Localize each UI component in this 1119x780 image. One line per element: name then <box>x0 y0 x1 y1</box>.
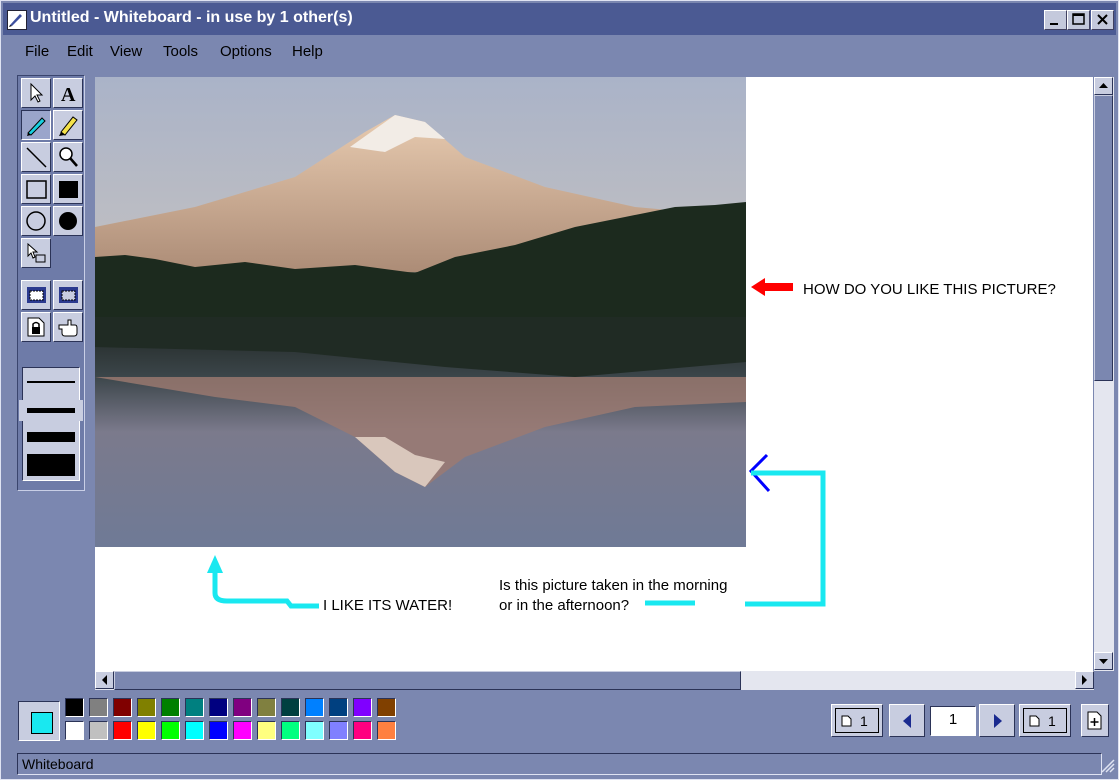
scroll-right-button[interactable] <box>1075 671 1094 689</box>
color-swatch[interactable] <box>305 698 324 717</box>
current-color-indicator <box>18 701 60 741</box>
insert-page-button[interactable] <box>1081 704 1109 737</box>
vertical-scrollbar[interactable] <box>1094 77 1114 671</box>
lock-contents-icon[interactable] <box>21 312 51 342</box>
color-swatch[interactable] <box>65 698 84 717</box>
first-page-label: 1 <box>860 713 868 729</box>
color-swatch[interactable] <box>185 721 204 740</box>
color-swatch[interactable] <box>257 698 276 717</box>
scroll-down-button[interactable] <box>1094 652 1113 670</box>
first-page-button[interactable]: 1 <box>831 704 883 737</box>
select-area-alt-icon[interactable] <box>53 280 83 310</box>
filled-ellipse-icon[interactable] <box>53 206 83 236</box>
color-swatch[interactable] <box>113 721 132 740</box>
vertical-scroll-thumb[interactable] <box>1094 95 1113 381</box>
cyan-connector-tail[interactable] <box>635 597 695 609</box>
horizontal-scroll-thumb[interactable] <box>114 671 741 690</box>
menu-tools[interactable]: Tools <box>163 43 198 60</box>
next-page-button[interactable] <box>979 704 1015 737</box>
color-swatch[interactable] <box>377 721 396 740</box>
annotation-question-2-line-1[interactable]: Is this picture taken in the morning <box>499 577 727 594</box>
color-swatch[interactable] <box>65 721 84 740</box>
color-swatch[interactable] <box>257 721 276 740</box>
color-palette <box>65 698 401 744</box>
annotation-answer-1[interactable]: I LIKE ITS WATER! <box>323 597 452 614</box>
window-title: Untitled - Whiteboard - in use by 1 othe… <box>30 9 353 26</box>
color-swatch[interactable] <box>185 698 204 717</box>
tool-palette: A <box>17 75 85 491</box>
annotation-question-1[interactable]: HOW DO YOU LIKE THIS PICTURE? <box>803 281 1056 298</box>
color-swatch[interactable] <box>161 721 180 740</box>
scroll-up-button[interactable] <box>1094 77 1113 95</box>
line-width-2[interactable] <box>27 408 75 413</box>
page-number-input[interactable]: 1 <box>930 706 976 736</box>
last-page-label: 1 <box>1048 713 1056 729</box>
remote-pointer-icon[interactable] <box>53 312 83 342</box>
menu-view[interactable]: View <box>110 43 142 60</box>
unfilled-ellipse-icon[interactable] <box>21 206 51 236</box>
color-swatch[interactable] <box>353 721 372 740</box>
color-swatch[interactable] <box>137 721 156 740</box>
menu-help[interactable]: Help <box>292 43 323 60</box>
status-bar: Whiteboard <box>3 753 1116 777</box>
zoom-icon[interactable] <box>53 142 83 172</box>
minimize-button[interactable] <box>1044 10 1067 30</box>
line-icon[interactable] <box>21 142 51 172</box>
line-width-selector <box>22 367 80 481</box>
color-swatch[interactable] <box>137 698 156 717</box>
text-tool-icon[interactable]: A <box>53 78 83 108</box>
svg-text:A: A <box>61 84 76 105</box>
scroll-left-button[interactable] <box>95 671 114 689</box>
color-swatch[interactable] <box>329 721 348 740</box>
resize-grip-icon[interactable] <box>1099 757 1115 773</box>
line-width-1[interactable] <box>27 381 75 383</box>
maximize-button[interactable] <box>1067 10 1090 30</box>
color-swatch[interactable] <box>209 721 228 740</box>
red-arrow-drawing[interactable] <box>749 275 795 299</box>
line-width-3[interactable] <box>27 432 75 442</box>
color-swatch[interactable] <box>113 698 132 717</box>
highlighter-icon[interactable] <box>53 110 83 140</box>
color-swatch[interactable] <box>233 698 252 717</box>
color-swatch[interactable] <box>329 698 348 717</box>
menu-options[interactable]: Options <box>220 43 272 60</box>
whiteboard-app-icon[interactable] <box>7 10 27 30</box>
color-swatch[interactable] <box>305 721 324 740</box>
last-page-button[interactable]: 1 <box>1019 704 1071 737</box>
color-swatch[interactable] <box>89 698 108 717</box>
menu-file[interactable]: File <box>25 43 49 60</box>
status-text: Whiteboard <box>22 756 94 772</box>
color-swatch[interactable] <box>161 698 180 717</box>
scrollbar-corner <box>1094 671 1114 690</box>
current-color-swatch <box>31 712 53 734</box>
unfilled-rectangle-icon[interactable] <box>21 174 51 204</box>
pasted-mountain-lake-photo[interactable] <box>95 77 746 547</box>
color-swatch[interactable] <box>353 698 372 717</box>
annotation-question-2-line-2[interactable]: or in the afternoon? <box>499 597 629 614</box>
cyan-up-arrow-drawing[interactable] <box>203 553 323 609</box>
color-swatch[interactable] <box>233 721 252 740</box>
horizontal-scrollbar[interactable] <box>95 671 1094 690</box>
menu-edit[interactable]: Edit <box>67 43 93 60</box>
select-arrow-icon[interactable] <box>21 78 51 108</box>
whiteboard-window: Untitled - Whiteboard - in use by 1 othe… <box>0 0 1119 780</box>
pen-icon[interactable] <box>21 110 51 140</box>
whiteboard-canvas[interactable]: HOW DO YOU LIKE THIS PICTURE? Is this pi… <box>95 77 1093 671</box>
cyan-connector-drawing[interactable] <box>745 451 835 611</box>
title-bar[interactable]: Untitled - Whiteboard - in use by 1 othe… <box>3 3 1116 35</box>
select-window-icon[interactable] <box>21 280 51 310</box>
color-swatch[interactable] <box>89 721 108 740</box>
filled-rectangle-icon[interactable] <box>53 174 83 204</box>
color-swatch[interactable] <box>209 698 228 717</box>
color-swatch[interactable] <box>281 698 300 717</box>
color-swatch[interactable] <box>377 698 396 717</box>
select-area-icon[interactable] <box>21 238 51 268</box>
previous-page-button[interactable] <box>889 704 925 737</box>
color-swatch[interactable] <box>281 721 300 740</box>
line-width-4[interactable] <box>27 454 75 476</box>
close-button[interactable] <box>1091 10 1114 30</box>
